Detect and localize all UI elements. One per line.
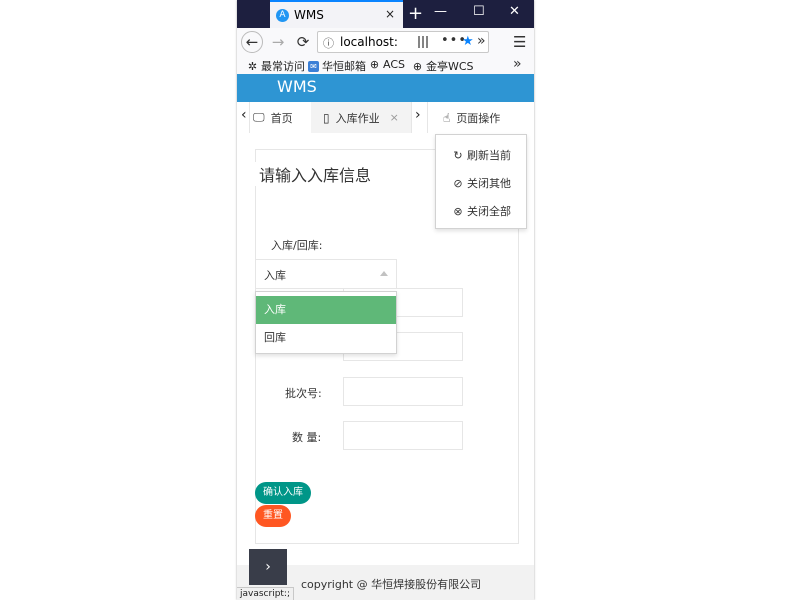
option-inbound[interactable]: 入库 <box>256 296 396 324</box>
menu-item-label: 关闭其他 <box>467 177 511 190</box>
batch-label: 批次号: <box>285 387 322 400</box>
title-bar: A WMS × + — ☐ ✕ <box>237 0 534 28</box>
bookmark-label: 华恒邮箱 <box>322 60 366 73</box>
status-bar-text: javascript:; <box>237 587 295 600</box>
tab-inbound-label: 入库作业 <box>335 111 380 125</box>
form-legend: 请输入入库信息 <box>255 162 378 186</box>
bookmark-mail[interactable]: ✉ 华恒邮箱 <box>308 58 366 74</box>
chevron-right-icon: › <box>265 559 271 575</box>
page-ops-label: 页面操作 <box>456 111 501 125</box>
confirm-inbound-button[interactable]: 确认入库 <box>255 482 311 504</box>
tablet-icon: ▯ <box>323 110 330 125</box>
tabs-next-button[interactable]: › <box>415 107 421 123</box>
bookmark-star-icon[interactable]: ★ <box>462 34 474 49</box>
back-button[interactable]: ← <box>241 31 263 53</box>
globe-icon: ⊕ <box>412 59 423 73</box>
mail-icon: ✉ <box>308 60 319 72</box>
forward-button[interactable]: → <box>267 31 289 53</box>
new-tab-button[interactable]: + <box>408 3 423 24</box>
globe-icon: ⊕ <box>369 58 380 71</box>
sidebar-toggle-button[interactable]: › <box>249 549 287 585</box>
block-icon: ⊘ <box>453 176 463 190</box>
tab-home[interactable]: 🖵 首页 <box>253 102 293 133</box>
hand-pointer-icon: ☝ <box>443 110 451 125</box>
caret-up-icon <box>380 271 388 276</box>
maximize-button[interactable]: ☐ <box>473 4 485 19</box>
bookmarks-bar: ✲ 最常访问 ✉ 华恒邮箱 ⊕ ACS ⊕ 金亭WCS » <box>237 56 534 74</box>
app-header: WMS <box>237 74 534 102</box>
app-favicon-icon: A <box>276 8 289 22</box>
url-text[interactable]: localhost: <box>340 35 402 49</box>
bookmarks-overflow-icon[interactable]: » <box>513 56 522 72</box>
bookmark-label: ACS <box>383 58 405 71</box>
divider <box>249 102 250 133</box>
menu-item-label: 关闭全部 <box>467 205 511 218</box>
type-select[interactable]: 入库 <box>255 259 397 289</box>
menu-item-refresh[interactable]: ↻ 刷新当前 <box>452 147 511 163</box>
page-ops-menu: ↻ 刷新当前 ⊘ 关闭其他 ⊗ 关闭全部 <box>435 134 527 229</box>
qty-label: 数 量: <box>292 431 322 444</box>
tab-home-label: 首页 <box>270 111 293 125</box>
qty-input[interactable] <box>343 421 463 450</box>
menu-item-label: 刷新当前 <box>467 149 511 162</box>
app-title: WMS <box>277 77 317 96</box>
overflow-chevron-icon[interactable]: » <box>477 33 486 49</box>
url-bar[interactable]: ⓘ localhost: ••• ★ » <box>317 31 489 53</box>
browser-tab-title: WMS <box>294 8 324 22</box>
page-tab-bar: ‹ 🖵 首页 ▯ 入库作业 × › ☝ 页面操作 <box>237 102 534 134</box>
qr-code-icon[interactable] <box>418 36 430 48</box>
bookmark-most-visited[interactable]: ✲ 最常访问 <box>247 58 305 74</box>
gear-icon: ✲ <box>247 59 258 73</box>
batch-input[interactable] <box>343 377 463 406</box>
page-ops-button[interactable]: ☝ 页面操作 <box>443 102 500 133</box>
bookmark-acs[interactable]: ⊕ ACS <box>369 58 405 71</box>
refresh-icon: ↻ <box>453 148 463 162</box>
monitor-icon: 🖵 <box>253 110 265 124</box>
tab-inbound[interactable]: ▯ 入库作业 × <box>311 102 411 133</box>
type-label: 入库/回库: <box>271 239 323 252</box>
tab-close-icon[interactable]: × <box>390 111 399 124</box>
bookmark-label: 金亭WCS <box>426 60 474 73</box>
divider <box>411 102 412 133</box>
reset-button[interactable]: 重置 <box>255 505 291 527</box>
bookmark-wcs[interactable]: ⊕ 金亭WCS <box>412 58 474 74</box>
browser-window: A WMS × + — ☐ ✕ ← → ⟳ ⓘ localhost: ••• ★… <box>237 0 534 600</box>
tabs-prev-button[interactable]: ‹ <box>241 107 247 123</box>
minimize-button[interactable]: — <box>434 4 447 19</box>
copyright-text: copyright @ 华恒焊接股份有限公司 <box>301 578 482 591</box>
type-dropdown: 入库 回库 <box>255 291 397 354</box>
menu-item-close-all[interactable]: ⊗ 关闭全部 <box>452 203 511 219</box>
type-select-value: 入库 <box>264 269 286 282</box>
browser-tab[interactable]: A WMS × <box>270 0 403 28</box>
navigation-bar: ← → ⟳ ⓘ localhost: ••• ★ » ☰ <box>237 28 534 57</box>
menu-item-close-others[interactable]: ⊘ 关闭其他 <box>452 175 511 191</box>
menu-icon[interactable]: ☰ <box>513 33 526 51</box>
reload-button[interactable]: ⟳ <box>292 31 314 53</box>
close-circle-icon: ⊗ <box>453 204 463 218</box>
bookmark-label: 最常访问 <box>261 60 305 73</box>
tab-close-icon[interactable]: × <box>385 7 395 21</box>
window-close-button[interactable]: ✕ <box>509 4 520 19</box>
info-icon[interactable]: ⓘ <box>323 35 334 51</box>
divider <box>427 102 428 133</box>
option-return[interactable]: 回库 <box>256 324 396 352</box>
